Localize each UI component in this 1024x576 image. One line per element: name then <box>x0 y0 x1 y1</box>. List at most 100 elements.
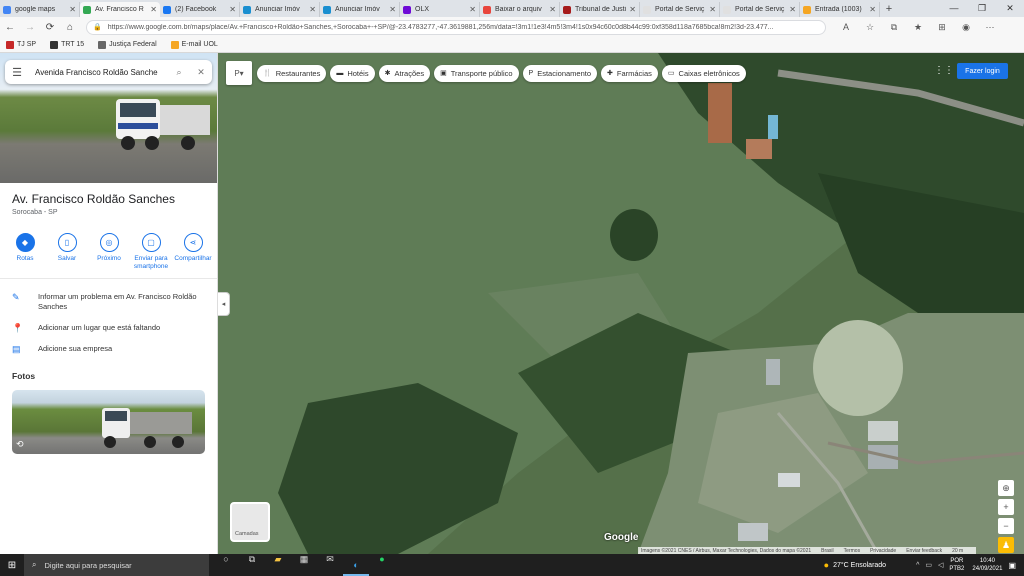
category-chip[interactable]: ✱ Atrações <box>378 64 431 82</box>
directions-button[interactable]: ◆ Rotas <box>6 233 44 278</box>
whatsapp-icon[interactable]: ● <box>369 554 395 576</box>
category-chip[interactable]: 🍴 Restaurantes <box>257 64 327 82</box>
hamburger-menu-icon[interactable]: ☰ <box>5 66 29 79</box>
share-button[interactable]: ⋖ Compartilhar <box>174 233 212 278</box>
close-tab-icon[interactable]: ✕ <box>709 5 716 14</box>
speaker-icon[interactable]: ◁ <box>938 561 943 569</box>
favorite-star-icon[interactable]: ☆ <box>858 22 882 33</box>
browser-tab[interactable]: Anunciar Imóv ✕ <box>240 2 320 17</box>
photo-thumbnail[interactable]: ⟲ <box>12 390 205 454</box>
reload-icon[interactable]: ⟳ <box>40 22 60 33</box>
close-tab-icon[interactable]: ✕ <box>549 5 556 14</box>
home-icon[interactable]: ⌂ <box>60 22 80 33</box>
close-tab-icon[interactable]: ✕ <box>469 5 476 14</box>
browser-tab[interactable]: Entrada (1003) ✕ <box>800 2 880 17</box>
browser-tab[interactable]: (2) Facebook ✕ <box>160 2 240 17</box>
taskbar-search[interactable]: ⌕ Digite aqui para pesquisar <box>24 554 209 576</box>
search-icon[interactable]: ⌕ <box>168 67 190 78</box>
close-tab-icon[interactable]: ✕ <box>629 5 636 14</box>
minimize-button[interactable]: — <box>940 0 968 17</box>
clock-time: 10:40 <box>979 558 995 564</box>
nearby-button[interactable]: ◎ Próximo <box>90 233 128 278</box>
mail-icon[interactable]: ✉ <box>317 554 343 576</box>
windows-start-icon[interactable]: ⊞ <box>0 560 24 571</box>
category-chip[interactable]: ▣ Transporte público <box>434 64 519 82</box>
category-chip[interactable]: ✚ Farmácias <box>601 64 658 82</box>
terms-link[interactable]: Termos <box>844 548 860 554</box>
privacy-link[interactable]: Privacidade <box>870 548 896 554</box>
report-problem-item[interactable]: ✎ Informar um problema em Av. Francisco … <box>0 292 217 312</box>
notifications-icon[interactable]: ▣ <box>1008 561 1016 570</box>
profile-icon[interactable]: ◉ <box>954 22 978 33</box>
search-input[interactable]: Avenida Francisco Roldão Sanche <box>29 68 168 77</box>
store-icon[interactable]: ▦ <box>291 554 317 576</box>
browser-tab[interactable]: google maps ✕ <box>0 2 80 17</box>
add-missing-place-item[interactable]: 📍 Adicionar um lugar que está faltando <box>0 323 217 334</box>
forward-icon[interactable]: → <box>20 22 40 33</box>
close-tab-icon[interactable]: ✕ <box>869 5 876 14</box>
category-chip[interactable]: ▭ Caixas eletrônicos <box>661 64 746 82</box>
windows-taskbar: ⊞ ⌕ Digite aqui para pesquisar ○ ⧉ ▰ ▦ ✉… <box>0 554 1024 576</box>
tab-title: Anunciar Imóv <box>335 6 380 13</box>
browser-tab[interactable]: Anunciar Imóv ✕ <box>320 2 400 17</box>
layers-button[interactable]: P▾ <box>226 61 252 85</box>
browser-tab[interactable]: OLX ✕ <box>400 2 480 17</box>
back-icon[interactable]: ← <box>0 22 20 33</box>
extensions-icon[interactable]: ⧉ <box>882 22 906 33</box>
bookmark-item[interactable]: Justiça Federal <box>98 40 157 49</box>
browser-tab[interactable]: Portal de Serviç ✕ <box>720 2 800 17</box>
add-business-item[interactable]: ▤ Adicione sua empresa <box>0 344 217 355</box>
pegman-icon[interactable]: ♟ <box>998 537 1014 553</box>
save-button[interactable]: ▯ Salvar <box>48 233 86 278</box>
network-icon[interactable]: ▭ <box>925 561 932 569</box>
directions-label: Rotas <box>16 255 34 262</box>
edge-browser-icon[interactable]: ◐ <box>343 554 369 576</box>
compass-icon[interactable]: ⊕ <box>998 480 1014 496</box>
read-aloud-icon[interactable]: A <box>834 22 858 33</box>
browser-tab[interactable]: Av. Francisco R ✕ <box>80 2 160 17</box>
chip-label: Hotéis <box>347 68 369 78</box>
browser-tab[interactable]: Portal de Serviç ✕ <box>640 2 720 17</box>
file-explorer-icon[interactable]: ▰ <box>265 554 291 576</box>
tab-favicon-icon <box>243 5 251 14</box>
tray-chevron-icon[interactable]: ^ <box>916 562 919 569</box>
new-tab-button[interactable]: + <box>880 2 898 17</box>
bookmark-item[interactable]: TRT 15 <box>50 40 84 49</box>
restore-button[interactable]: ❐ <box>968 0 996 17</box>
task-view-icon[interactable]: ⧉ <box>239 554 265 576</box>
collapse-panel-button[interactable]: ◂ <box>218 292 230 316</box>
category-chip[interactable]: P Estacionamento <box>522 64 598 82</box>
close-tab-icon[interactable]: ✕ <box>150 5 157 14</box>
collections-icon[interactable]: ⊞ <box>930 22 954 33</box>
close-icon[interactable]: ✕ <box>190 67 212 78</box>
browser-tab[interactable]: Baixar o arquiv ✕ <box>480 2 560 17</box>
close-tab-icon[interactable]: ✕ <box>789 5 796 14</box>
search-box[interactable]: ☰ Avenida Francisco Roldão Sanche ⌕ ✕ <box>5 60 212 84</box>
feedback-link[interactable]: Enviar feedback <box>906 548 942 554</box>
login-button[interactable]: Fazer login <box>957 63 1008 79</box>
cortana-icon[interactable]: ○ <box>213 554 239 576</box>
browser-tab[interactable]: Tribunal de Justi ✕ <box>560 2 640 17</box>
close-tab-icon[interactable]: ✕ <box>389 5 396 14</box>
satellite-map[interactable]: P▾ 🍴 Restaurantes ▬ Hotéis ✱ Atrações ▣ Transpo… <box>218 53 1024 554</box>
close-tab-icon[interactable]: ✕ <box>309 5 316 14</box>
layers-toggle[interactable]: Camadas <box>230 502 270 542</box>
scale-label[interactable]: 20 m <box>952 548 963 554</box>
more-menu-icon[interactable]: ⋯ <box>978 22 1002 33</box>
bookmark-item[interactable]: E-mail UOL <box>170 40 218 49</box>
zoom-out-button[interactable]: − <box>998 518 1014 534</box>
weather-widget[interactable]: ● 27°C Ensolarado <box>824 560 886 570</box>
favorites-icon[interactable]: ★ <box>906 22 930 33</box>
bookmark-item[interactable]: TJ SP <box>6 40 37 49</box>
bookmark-label: TJ SP <box>17 41 37 48</box>
send-to-phone-button[interactable]: ▢ Enviar para smartphone <box>132 233 170 278</box>
close-tab-icon[interactable]: ✕ <box>69 5 76 14</box>
url-field[interactable]: 🔒 https://www.google.com.br/maps/place/A… <box>86 19 826 35</box>
close-window-button[interactable]: ✕ <box>996 0 1024 17</box>
country-link[interactable]: Brasil <box>821 548 834 554</box>
category-chip[interactable]: ▬ Hotéis <box>330 64 375 82</box>
zoom-in-button[interactable]: + <box>998 499 1014 515</box>
clock[interactable]: 10:40 24/09/2021 <box>972 557 1002 573</box>
close-tab-icon[interactable]: ✕ <box>229 5 236 14</box>
language-indicator[interactable]: POR PTB2 <box>949 557 964 573</box>
